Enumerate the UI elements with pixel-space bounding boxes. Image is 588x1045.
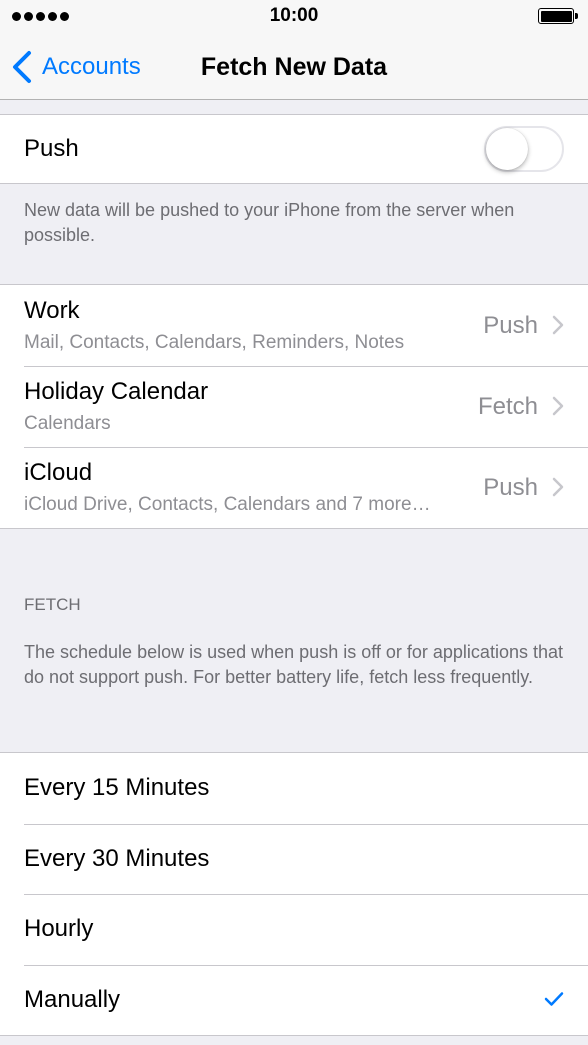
battery-full-icon	[538, 8, 578, 24]
push-toggle[interactable]	[484, 126, 564, 172]
fetch-option-manually[interactable]: Manually	[0, 964, 588, 1035]
fetch-option-every-15-minutes[interactable]: Every 15 Minutes	[0, 753, 588, 824]
push-row: Push	[0, 115, 588, 183]
navigation-bar: Fetch New Data Accounts	[0, 34, 588, 100]
chevron-right-icon	[552, 396, 564, 416]
account-fetch-value: Push	[483, 474, 538, 501]
back-button[interactable]: Accounts	[10, 34, 141, 100]
account-detail: iCloud Drive, Contacts, Calendars and 7 …	[24, 494, 431, 515]
account-fetch-value: Push	[483, 312, 538, 339]
fetch-option-every-30-minutes[interactable]: Every 30 Minutes	[0, 823, 588, 894]
account-detail: Mail, Contacts, Calendars, Reminders, No…	[24, 332, 405, 353]
account-name: Holiday Calendar	[24, 378, 209, 405]
status-bar: 10:00	[0, 0, 588, 34]
account-row-work[interactable]: Work Mail, Contacts, Calendars, Reminder…	[0, 285, 588, 366]
push-footer-text: New data will be pushed to your iPhone f…	[24, 200, 515, 245]
account-fetch-value: Fetch	[477, 393, 538, 420]
fetch-description: The schedule below is used when push is …	[24, 642, 563, 687]
push-label: Push	[24, 135, 79, 162]
chevron-right-icon	[552, 315, 564, 335]
fetch-option-hourly[interactable]: Hourly	[0, 894, 588, 965]
checkmark-icon	[544, 991, 564, 1006]
accounts-group: Work Mail, Contacts, Calendars, Reminder…	[0, 284, 588, 529]
account-row-holiday-calendar[interactable]: Holiday Calendar Calendars Fetch	[0, 366, 588, 447]
chevron-left-icon	[13, 51, 31, 83]
status-time: 10:00	[269, 5, 319, 26]
account-name: iCloud	[24, 459, 93, 486]
account-row-icloud[interactable]: iCloud iCloud Drive, Contacts, Calendars…	[0, 447, 588, 528]
back-button-label: Accounts	[42, 53, 141, 80]
chevron-right-icon	[552, 477, 564, 497]
fetch-option-label: Every 30 Minutes	[24, 844, 210, 872]
push-group: Push	[0, 114, 588, 184]
account-name: Work	[24, 297, 80, 324]
fetch-section-header: FETCH	[24, 595, 81, 614]
fetch-option-label: Every 15 Minutes	[24, 774, 210, 801]
fetch-option-label: Hourly	[24, 915, 94, 942]
fetch-options-group: Every 15 Minutes Every 30 Minutes Hourly…	[0, 752, 588, 1036]
fetch-option-label: Manually	[24, 985, 121, 1013]
toggle-knob	[486, 128, 528, 170]
account-detail: Calendars	[24, 413, 111, 434]
